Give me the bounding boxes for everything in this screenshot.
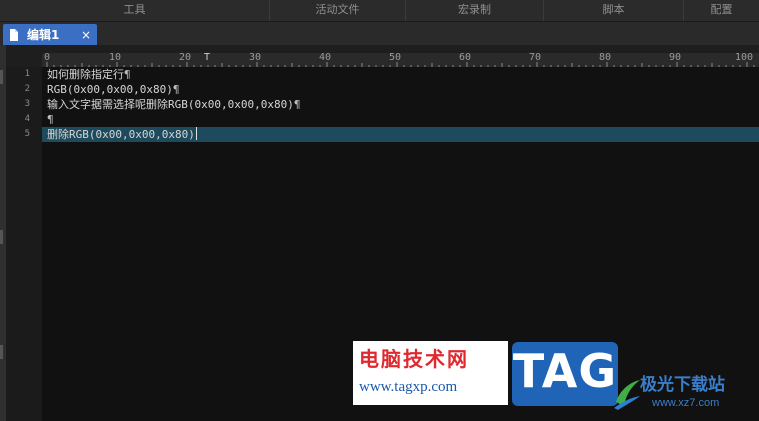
code-line[interactable]: 输入文字据需选择呢删除RGB(0x00,0x00,0x80)¶ (47, 97, 300, 112)
code-line[interactable]: ¶ (47, 112, 54, 127)
file-icon (9, 28, 19, 41)
ruler-label: 10 (109, 52, 122, 63)
ruler-label: 30 (249, 52, 262, 63)
line-text: 输入文字据需选择呢删除RGB(0x00,0x00,0x80) (47, 98, 294, 111)
ruler-label: 70 (529, 52, 542, 63)
code-line[interactable]: 如何删除指定行¶ (47, 67, 131, 82)
ruler-label: 80 (599, 52, 612, 63)
ruler: 0 10 20 T 30 40 50 60 70 80 90 100 (42, 52, 759, 67)
paragraph-mark: ¶ (124, 68, 131, 81)
ruler-label: 40 (319, 52, 332, 63)
tab-edit1[interactable]: 编辑1 × (3, 24, 97, 45)
line-number: 1 (24, 69, 30, 79)
line-number: 3 (24, 99, 30, 109)
line-number: 4 (24, 114, 30, 124)
ruler-label: 90 (669, 52, 682, 63)
close-icon[interactable]: × (81, 28, 91, 42)
menu-config[interactable]: 配置 (684, 0, 759, 21)
paragraph-mark: ¶ (47, 113, 54, 126)
code-line[interactable]: RGB(0x00,0x00,0x80)¶ (47, 82, 179, 97)
strip-handle (0, 70, 3, 84)
aurora-logo-icon (614, 380, 640, 410)
line-text: 删除RGB(0x00,0x00,0x80) (47, 128, 195, 141)
text-caret (195, 127, 197, 140)
ruler-label: 0 (44, 52, 51, 63)
tab-bar: 编辑1 × (0, 22, 759, 45)
line-text: RGB(0x00,0x00,0x80) (47, 83, 173, 96)
menu-macro-record[interactable]: 宏录制 (406, 0, 544, 21)
watermark-tag-badge: TAG (512, 342, 618, 406)
menu-active-file[interactable]: 活动文件 (270, 0, 406, 21)
code-line[interactable]: 删除RGB(0x00,0x00,0x80) (47, 127, 197, 142)
tab-label: 编辑1 (27, 28, 60, 42)
watermark-title: 电脑技术网 (359, 347, 469, 371)
menu-tools[interactable]: 工具 (0, 0, 270, 21)
ruler-label: 50 (389, 52, 402, 63)
ruler-label: 60 (459, 52, 472, 63)
ruler-label: 100 (735, 52, 754, 63)
line-number-gutter[interactable]: 1 2 3 4 5 (6, 67, 42, 421)
paragraph-mark: ¶ (293, 98, 301, 111)
watermark-site-name: 极光下载站 (640, 375, 725, 395)
line-number: 5 (24, 129, 30, 139)
line-number: 2 (24, 84, 30, 94)
watermark-panel: 电脑技术网 www.tagxp.com (353, 341, 508, 405)
menu-bar: 工具 活动文件 宏录制 脚本 配置 (0, 0, 759, 22)
watermark-tag-text: TAG (512, 344, 618, 398)
menu-script[interactable]: 脚本 (544, 0, 684, 21)
paragraph-mark: ¶ (172, 83, 180, 96)
watermark-url: www.tagxp.com (359, 379, 458, 395)
strip-handle (0, 345, 3, 359)
ruler-tab-marker[interactable]: T (204, 52, 210, 63)
strip-handle (0, 230, 3, 244)
line-text: 如何删除指定行 (47, 68, 124, 81)
watermark-site-url: www.xz7.com (652, 397, 720, 409)
ruler-label: 20 (179, 52, 192, 63)
